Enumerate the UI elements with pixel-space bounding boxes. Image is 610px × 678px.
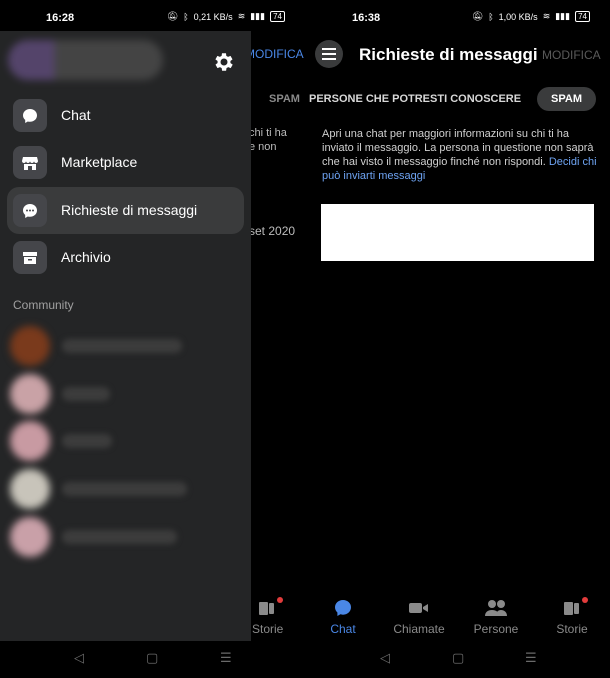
background-edit-label: MODIFICA	[245, 47, 304, 61]
archive-icon	[13, 241, 47, 274]
signal-icon: ▮▮▮	[555, 11, 571, 21]
community-item[interactable]	[10, 374, 215, 414]
background-info-snippet: chi ti ha e non	[249, 127, 287, 153]
community-avatar	[10, 469, 50, 509]
mute-icon: 🔕︎	[471, 11, 484, 21]
drawer-item-label: Marketplace	[61, 154, 138, 170]
status-time: 16:28	[46, 12, 75, 24]
tab-stories[interactable]: Storie	[542, 596, 602, 636]
signal-icon: ▮▮▮	[250, 11, 266, 21]
system-nav-bar: ◁ ▢ ☰	[305, 642, 610, 678]
hamburger-menu-button[interactable]	[315, 40, 343, 68]
chat-bubble-icon	[13, 99, 47, 132]
mute-icon: 🔕︎	[166, 11, 179, 21]
community-avatar	[10, 421, 50, 461]
community-item[interactable]	[10, 517, 215, 557]
status-icons: 🔕︎ ᛒ 1,00 KB/s ≋ ▮▮▮ 74	[472, 11, 590, 22]
tab-calls[interactable]: Chiamate	[389, 596, 449, 636]
drawer-item-chat[interactable]: Chat	[7, 92, 244, 139]
battery-icon: 74	[270, 11, 285, 22]
redacted-area	[321, 204, 594, 261]
background-spam-tab: SPAM	[269, 93, 300, 105]
recents-icon[interactable]: ☰	[525, 650, 537, 666]
video-camera-icon	[409, 603, 428, 613]
stories-badge	[582, 597, 588, 603]
drawer-item-label: Richieste di messaggi	[61, 202, 198, 218]
community-avatar	[10, 374, 50, 414]
gear-icon[interactable]	[212, 50, 236, 74]
wifi-icon: ≋	[542, 11, 551, 21]
message-request-icon	[13, 194, 47, 227]
stories-badge	[277, 597, 283, 603]
status-icons: 🔕︎ ᛒ 0,21 KB/s ≋ ▮▮▮ 74	[167, 11, 285, 22]
tab-label: Storie	[556, 622, 588, 636]
left-screen: 16:28 🔕︎ ᛒ 0,21 KB/s ≋ ▮▮▮ 74 MODIFICA S…	[0, 0, 305, 678]
bluetooth-icon: ᛒ	[488, 11, 494, 22]
page-title: Richieste di messaggi	[359, 45, 538, 64]
status-bar: 16:28 🔕︎ ᛒ 0,21 KB/s ≋ ▮▮▮ 74	[0, 0, 305, 32]
info-text: Apri una chat per maggiori informazioni …	[322, 128, 597, 182]
profile-header-blurred[interactable]	[8, 40, 163, 80]
chat-bubble-icon	[335, 600, 351, 616]
status-time: 16:38	[352, 12, 381, 24]
right-screen: 16:38 🔕︎ ᛒ 1,00 KB/s ≋ ▮▮▮ 74 Richieste …	[305, 0, 610, 678]
tab-label: Chat	[330, 622, 356, 636]
background-date: set 2020	[249, 224, 296, 238]
community-name-blurred	[62, 482, 187, 496]
tab-people[interactable]: Persone	[466, 596, 526, 636]
system-nav-bar: ◁ ▢ ☰	[0, 642, 305, 678]
recents-icon[interactable]: ☰	[220, 650, 232, 666]
navigation-drawer: Chat Marketplace Richieste di messaggi A…	[0, 31, 251, 641]
tab-label: Persone	[473, 622, 519, 636]
drawer-item-archive[interactable]: Archivio	[7, 234, 244, 281]
bottom-tab-bar: Chat Chiamate Persone Storie	[305, 596, 610, 642]
battery-icon: 74	[575, 11, 590, 22]
hamburger-icon	[322, 48, 336, 60]
stories-icon	[259, 602, 274, 615]
back-icon[interactable]: ◁	[74, 650, 84, 666]
drawer-item-message-requests[interactable]: Richieste di messaggi	[7, 187, 244, 234]
bluetooth-icon: ᛒ	[183, 11, 189, 22]
community-name-blurred	[62, 434, 112, 448]
people-icon	[485, 600, 507, 616]
store-icon	[13, 146, 47, 179]
tab-label: Storie	[252, 622, 284, 636]
status-bar: 16:38 🔕︎ ᛒ 1,00 KB/s ≋ ▮▮▮ 74	[305, 0, 610, 32]
tab-chat[interactable]: Chat	[313, 596, 373, 636]
drawer-item-label: Chat	[61, 107, 91, 123]
community-item[interactable]	[10, 469, 215, 509]
community-name-blurred	[62, 339, 182, 353]
community-name-blurred	[62, 530, 177, 544]
drawer-item-label: Archivio	[61, 249, 111, 265]
home-icon[interactable]: ▢	[146, 650, 158, 666]
community-section-title: Community	[13, 298, 74, 312]
network-speed: 1,00 KB/s	[498, 11, 538, 22]
background-tab-stories[interactable]: Storie	[252, 597, 292, 636]
edit-button[interactable]: MODIFICA	[542, 48, 601, 62]
community-item[interactable]	[10, 326, 215, 366]
stories-icon	[564, 602, 579, 615]
tab-people-you-may-know[interactable]: PERSONE CHE POTRESTI CONOSCERE	[309, 93, 521, 105]
back-icon[interactable]: ◁	[380, 650, 390, 666]
community-name-blurred	[62, 387, 110, 401]
community-avatar	[10, 517, 50, 557]
community-avatar	[10, 326, 50, 366]
wifi-icon: ≋	[237, 11, 246, 21]
community-item[interactable]	[10, 421, 215, 461]
tab-spam[interactable]: SPAM	[537, 87, 596, 111]
drawer-item-marketplace[interactable]: Marketplace	[7, 139, 244, 186]
home-icon[interactable]: ▢	[452, 650, 464, 666]
tab-label: Chiamate	[393, 622, 445, 636]
network-speed: 0,21 KB/s	[193, 11, 233, 22]
